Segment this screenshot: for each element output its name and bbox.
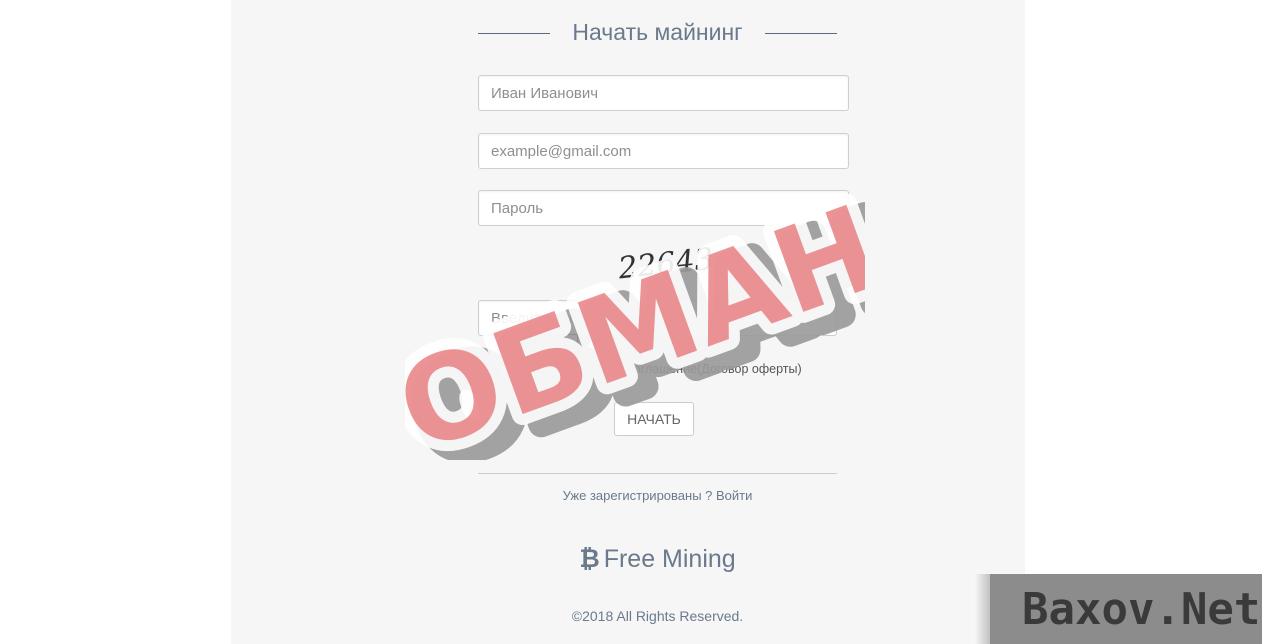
brand-logo: ₿ Free Mining (478, 545, 837, 574)
agreement-checkbox[interactable] (498, 362, 511, 376)
agreement-row[interactable]: Пользовательское соглашение(Договор офер… (498, 362, 802, 376)
captcha-image: 22643 (616, 242, 712, 284)
login-link[interactable]: Уже зарегистрированы ? Войти (478, 488, 837, 503)
header-right-rule (765, 33, 837, 34)
captcha-code-input[interactable] (478, 300, 837, 336)
copyright-text: ©2018 All Rights Reserved. (571, 608, 744, 624)
name-input[interactable] (478, 75, 849, 111)
email-input[interactable] (478, 133, 849, 169)
password-input[interactable] (478, 190, 849, 226)
agreement-label[interactable]: Пользовательское соглашение(Договор офер… (517, 362, 802, 376)
captcha-text: 22643 (616, 242, 712, 284)
form-header: Начать майнинг (478, 15, 837, 53)
start-button[interactable]: НАЧАТЬ (614, 402, 694, 436)
form-divider (478, 473, 837, 474)
site-watermark: Baxov.Net (1022, 584, 1261, 635)
code-tooltip: Введите код (503, 334, 578, 352)
brand-name: Free Mining (603, 545, 736, 573)
bitcoin-icon: ₿ (579, 545, 600, 573)
